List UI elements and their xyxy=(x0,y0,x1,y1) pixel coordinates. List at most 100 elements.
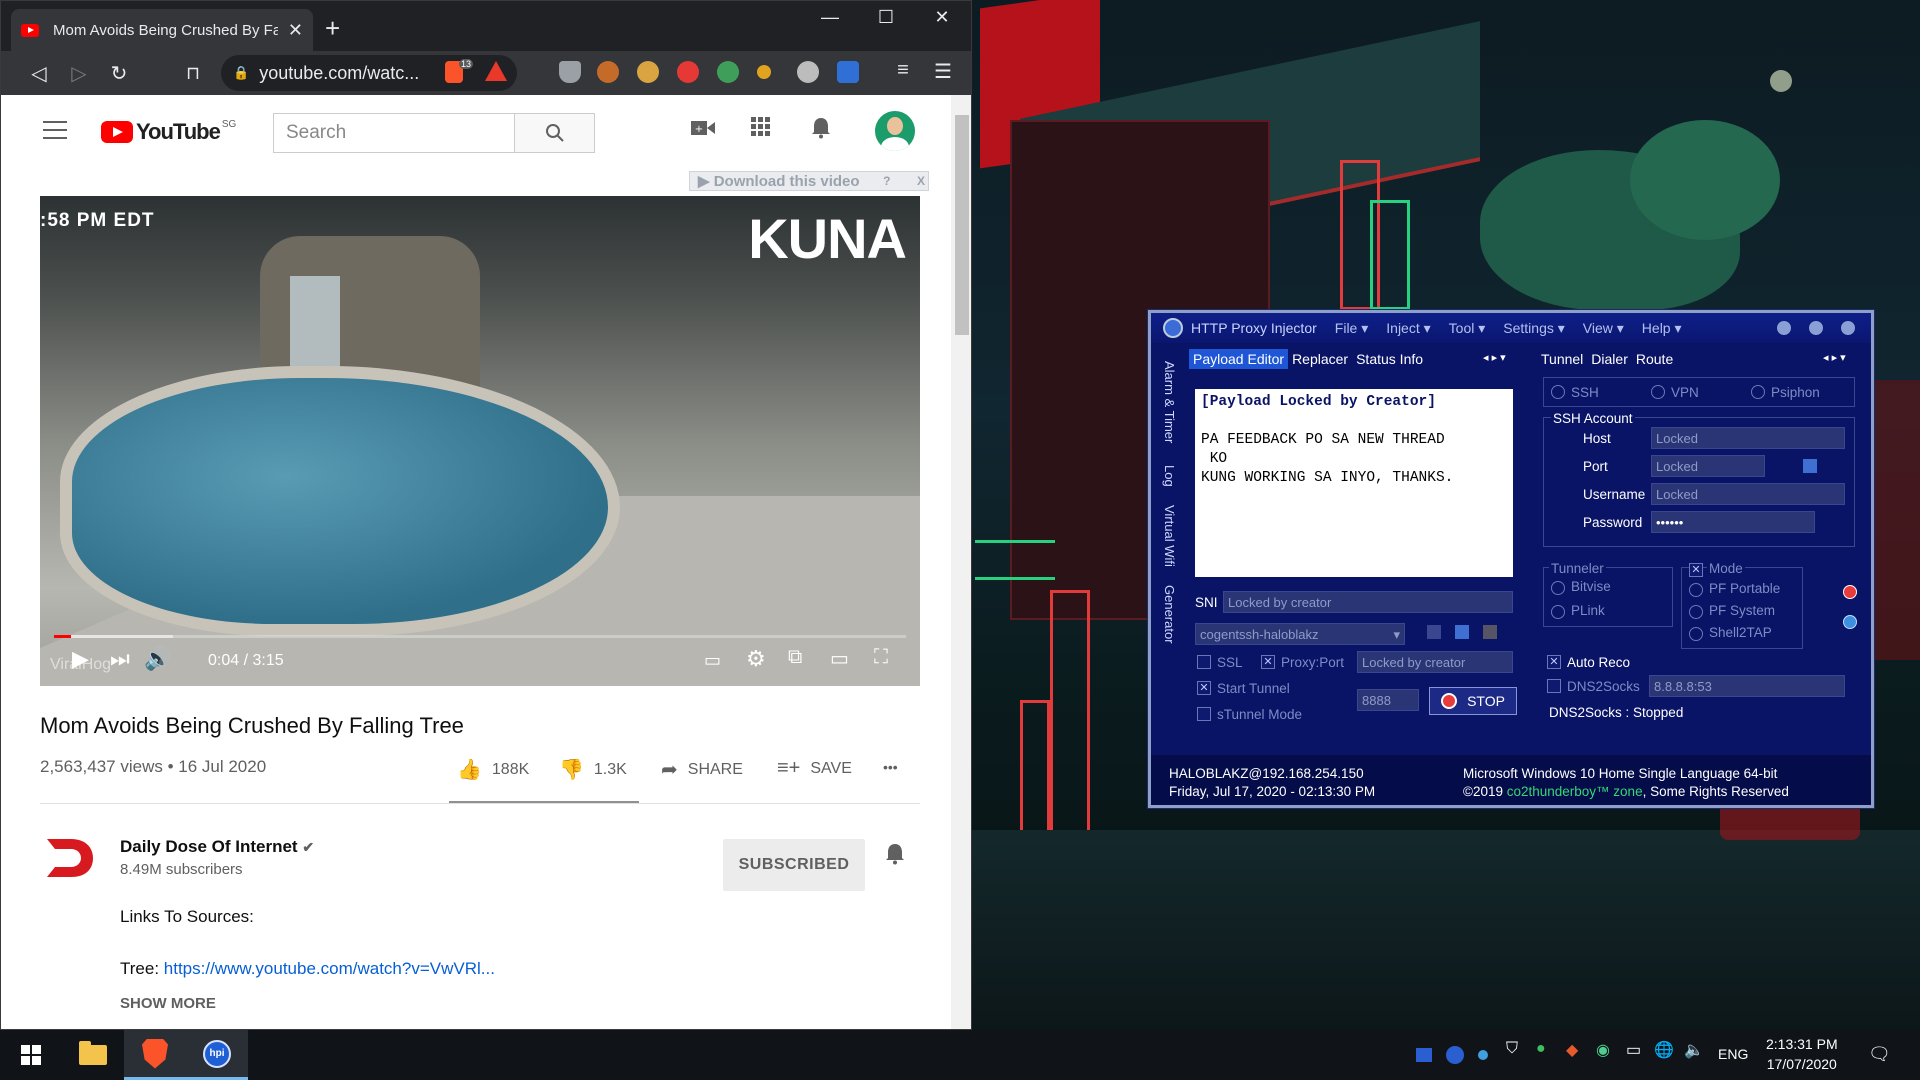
sni-field[interactable]: Locked by creator xyxy=(1223,591,1513,613)
subtitles-icon[interactable]: ▭ xyxy=(704,650,721,671)
ssh-port-field[interactable]: Locked xyxy=(1651,455,1765,477)
bitvise-radio[interactable] xyxy=(1551,581,1565,595)
auto-reco-checkbox[interactable]: ✕ xyxy=(1547,655,1561,669)
stunnel-mode-checkbox[interactable] xyxy=(1197,707,1211,721)
minimize-dot-icon[interactable] xyxy=(1777,321,1791,335)
dns-field[interactable]: 8.8.8.8:53 xyxy=(1649,675,1845,697)
tray-defender-icon[interactable]: ⛉ xyxy=(1506,1040,1518,1058)
side-tab-log[interactable]: Log xyxy=(1162,465,1177,487)
tray-orange-icon[interactable]: ◆ xyxy=(1566,1040,1578,1060)
language-indicator[interactable]: ENG xyxy=(1718,1046,1748,1062)
d-extension-icon[interactable] xyxy=(677,61,699,83)
side-tab-wifi[interactable]: Virtual Wifi xyxy=(1162,505,1177,567)
port-field[interactable]: 8888 xyxy=(1357,689,1419,711)
channel-logo[interactable] xyxy=(43,831,97,885)
plink-radio[interactable] xyxy=(1551,605,1565,619)
download-video-bar[interactable]: ▶ Download this video ? X xyxy=(689,171,929,191)
taskbar-http-proxy-injector[interactable]: hpi xyxy=(186,1030,248,1080)
forward-icon[interactable]: ▷ xyxy=(59,61,99,86)
tray-battery-icon[interactable]: ▭ xyxy=(1626,1040,1641,1060)
user-avatar[interactable] xyxy=(875,111,915,151)
close-dot-icon[interactable] xyxy=(1841,321,1855,335)
tab-close-icon[interactable]: ✕ xyxy=(288,20,303,41)
share-button[interactable]: ➦ SHARE xyxy=(661,757,743,782)
grey-extension-icon[interactable] xyxy=(797,61,819,83)
stop-button[interactable]: STOP xyxy=(1429,687,1517,715)
username-field[interactable]: Locked xyxy=(1651,483,1845,505)
browser-tab[interactable]: Mom Avoids Being Crushed By Fall ✕ xyxy=(11,9,313,51)
brave-rewards-icon[interactable] xyxy=(485,61,507,81)
tray-green-icon[interactable]: ● xyxy=(1536,1040,1546,1058)
refresh-icon[interactable] xyxy=(1843,615,1857,629)
side-tab-generator[interactable]: Generator xyxy=(1162,585,1177,644)
globe-extension-icon[interactable] xyxy=(717,61,739,83)
record-icon[interactable] xyxy=(1843,585,1857,599)
password-field[interactable]: •••••• xyxy=(1651,511,1815,533)
vpn-radio[interactable] xyxy=(1651,385,1665,399)
next-icon[interactable]: ⏭ xyxy=(110,646,130,672)
minimize-button[interactable]: — xyxy=(807,7,853,28)
menu-tool[interactable]: Tool ▾ xyxy=(1449,320,1486,337)
proxy-port-checkbox[interactable]: ✕ xyxy=(1261,655,1275,669)
ssh-radio[interactable] xyxy=(1551,385,1565,399)
taskbar-file-explorer[interactable] xyxy=(62,1030,124,1080)
cookie-extension-icon[interactable] xyxy=(597,61,619,83)
tray-vpn-icon[interactable]: ◉ xyxy=(1596,1040,1610,1060)
fullscreen-icon[interactable]: ⛶ xyxy=(874,646,888,669)
taskbar-brave-browser[interactable] xyxy=(124,1030,186,1080)
maximize-button[interactable]: ☐ xyxy=(863,7,909,28)
taskbar-clock[interactable]: 2:13:31 PM 17/07/2020 xyxy=(1766,1034,1838,1074)
search-input[interactable]: Search xyxy=(273,113,515,153)
channel-name[interactable]: Daily Dose Of Internet ✔ xyxy=(120,837,314,857)
action-center-icon[interactable]: 🗨 xyxy=(1868,1044,1891,1065)
source-link[interactable]: https://www.youtube.com/watch?v=VwVRl... xyxy=(164,959,495,978)
menu-inject[interactable]: Inject ▾ xyxy=(1386,320,1430,337)
tray-blue-icon[interactable] xyxy=(1416,1048,1432,1062)
translate-extension-icon[interactable] xyxy=(837,61,859,83)
tray-volume-icon[interactable]: 🔈 xyxy=(1684,1040,1704,1060)
mode-checkbox[interactable]: ✕ xyxy=(1689,563,1703,577)
hamburger-menu-icon[interactable] xyxy=(43,121,67,139)
start-button[interactable] xyxy=(0,1030,62,1080)
youtube-logo[interactable]: YouTube SG xyxy=(101,119,236,145)
tab-replacer[interactable]: Replacer xyxy=(1288,349,1352,369)
proxy-port-field[interactable]: Locked by creator xyxy=(1357,651,1513,673)
menu-help[interactable]: Help ▾ xyxy=(1642,320,1682,337)
pf-portable-radio[interactable] xyxy=(1689,583,1703,597)
menu-file[interactable]: File ▾ xyxy=(1335,320,1368,337)
channel-notification-bell-icon[interactable] xyxy=(885,843,905,871)
tray-hpi-icon[interactable] xyxy=(1446,1046,1464,1064)
bookmark-icon[interactable]: ⊓ xyxy=(173,63,213,84)
port-save-icon[interactable] xyxy=(1803,459,1817,473)
more-actions-button[interactable]: ••• xyxy=(883,759,898,775)
video-player[interactable]: :58 PM EDT KUNA ViralHog ▶ ⏭ 🔊 0:04 / 3:… xyxy=(40,196,920,686)
miniplayer-icon[interactable]: ⧉ xyxy=(788,646,802,669)
dislike-button[interactable]: 👎 1.3K xyxy=(559,757,627,782)
host-field[interactable]: Locked xyxy=(1651,427,1845,449)
create-video-icon[interactable]: + xyxy=(691,117,715,143)
tab-tunnel[interactable]: Tunnel xyxy=(1537,349,1587,369)
shell2tap-radio[interactable] xyxy=(1689,627,1703,641)
pin-dot-icon[interactable] xyxy=(1809,321,1823,335)
ssl-checkbox[interactable] xyxy=(1197,655,1211,669)
load-icon[interactable] xyxy=(1427,625,1441,639)
page-scrollbar-thumb[interactable] xyxy=(955,115,969,335)
tray-network-globe-icon[interactable]: 🌐 xyxy=(1654,1040,1674,1060)
tab-route[interactable]: Route xyxy=(1632,349,1677,369)
tray-dot-icon[interactable] xyxy=(1478,1050,1488,1060)
coin-extension-icon[interactable] xyxy=(757,65,771,79)
profile-dropdown[interactable]: cogentssh-haloblakz ▾ xyxy=(1195,623,1405,645)
like-button[interactable]: 👍 188K xyxy=(457,757,529,782)
right-tabs-scroll-icon[interactable]: ◂ ▸ ▾ xyxy=(1823,351,1846,364)
tab-status-info[interactable]: Status Info xyxy=(1352,349,1427,369)
payload-editor[interactable]: [Payload Locked by Creator] PA FEEDBACK … xyxy=(1195,389,1513,577)
back-icon[interactable]: ◁ xyxy=(19,61,59,86)
save-disk-icon[interactable] xyxy=(1455,625,1469,639)
volume-icon[interactable]: 🔊 xyxy=(144,646,171,672)
video-progress-bar[interactable] xyxy=(54,635,906,638)
new-tab-button[interactable]: + xyxy=(325,15,340,41)
ublock-shield-icon[interactable] xyxy=(559,61,581,83)
apps-grid-icon[interactable] xyxy=(751,117,771,143)
left-tabs-scroll-icon[interactable]: ◂ ▸ ▾ xyxy=(1483,351,1506,364)
menu-settings[interactable]: Settings ▾ xyxy=(1503,320,1565,337)
